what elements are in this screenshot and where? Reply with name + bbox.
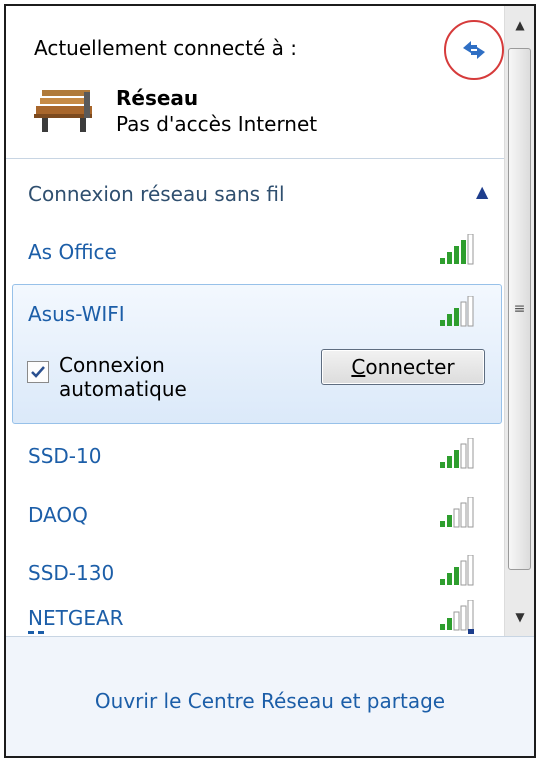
signal-bar	[454, 308, 459, 326]
wifi-network-name: As Office	[28, 240, 117, 264]
wifi-network-name: SSD-130	[28, 561, 115, 585]
wifi-network-row[interactable]: DAOQ	[28, 497, 498, 543]
signal-strength-icon	[440, 234, 474, 265]
signal-bar	[440, 320, 445, 326]
bench-network-icon	[34, 90, 92, 132]
signal-strength-icon	[440, 497, 474, 528]
signal-bar	[454, 450, 459, 468]
auto-connect-label-line1: Connexion	[59, 353, 165, 377]
signal-bar	[447, 456, 452, 468]
signal-strength-icon	[440, 438, 474, 469]
connected-network-status: Pas d'accès Internet	[116, 112, 318, 136]
signal-bar	[460, 443, 467, 469]
signal-bar	[440, 462, 445, 468]
network-list-pane: Actuellement connecté à : Réseau Pas d'a…	[6, 6, 506, 636]
wifi-network-row[interactable]: As Office	[28, 234, 498, 280]
network-flyout: Actuellement connecté à : Réseau Pas d'a…	[4, 4, 536, 758]
wifi-network-row[interactable]: SSD-10	[28, 438, 498, 484]
signal-bar	[467, 234, 474, 265]
signal-bar	[440, 258, 445, 264]
auto-connect-checkbox[interactable]	[27, 361, 49, 383]
signal-bar	[467, 555, 474, 586]
checkmark-icon	[31, 366, 45, 378]
section-divider	[6, 158, 506, 159]
signal-bar	[460, 560, 467, 586]
signal-bar	[454, 246, 459, 264]
scroll-down-arrow-icon[interactable]: ▼	[505, 598, 534, 636]
scrollbar-thumb[interactable]: ≡	[508, 48, 531, 570]
signal-bar	[467, 497, 474, 528]
signal-bar	[447, 252, 452, 264]
connect-button-label: onnecter	[365, 355, 455, 379]
wifi-network-name: DAOQ	[28, 503, 88, 527]
footer: Ouvrir le Centre Réseau et partage	[6, 636, 534, 756]
signal-bar	[467, 438, 474, 469]
signal-bar	[453, 508, 460, 528]
connect-accelerator: C	[351, 355, 366, 379]
signal-bar	[447, 573, 452, 585]
signal-bar	[461, 240, 466, 264]
wifi-network-row[interactable]: SSD-130	[28, 555, 498, 601]
signal-bar	[460, 502, 467, 528]
chevron-up-icon[interactable]: ▲	[476, 182, 488, 201]
signal-bar	[460, 301, 467, 327]
auto-connect-label: Connexion automatique	[59, 353, 187, 401]
signal-bar	[440, 579, 445, 585]
wifi-network-row[interactable]: Asus-WIFI	[28, 296, 498, 342]
vertical-scrollbar[interactable]: ▲ ≡ ▼	[504, 6, 534, 636]
connect-button[interactable]: Connecter	[321, 349, 485, 385]
refresh-button[interactable]	[444, 20, 504, 80]
signal-bar	[454, 567, 459, 585]
signal-strength-icon	[440, 555, 474, 586]
connected-network-name: Réseau	[116, 86, 199, 110]
connected-header: Actuellement connecté à :	[34, 36, 297, 60]
signal-bar	[440, 521, 445, 527]
wifi-network-name: SSD-10	[28, 444, 102, 468]
refresh-arrows-icon	[463, 41, 485, 59]
signal-bar	[447, 515, 452, 527]
auto-connect-label-line2: automatique	[59, 377, 187, 401]
partially-visible-row	[28, 624, 498, 634]
scroll-up-arrow-icon[interactable]: ▲	[505, 6, 534, 44]
signal-bar	[467, 296, 474, 327]
wifi-network-name: Asus-WIFI	[28, 302, 125, 326]
signal-bar	[447, 314, 452, 326]
signal-strength-icon	[440, 296, 474, 327]
open-network-center-link[interactable]: Ouvrir le Centre Réseau et partage	[6, 689, 534, 713]
wireless-section-header[interactable]: Connexion réseau sans fil	[28, 182, 285, 206]
grip-icon: ≡	[513, 301, 526, 317]
